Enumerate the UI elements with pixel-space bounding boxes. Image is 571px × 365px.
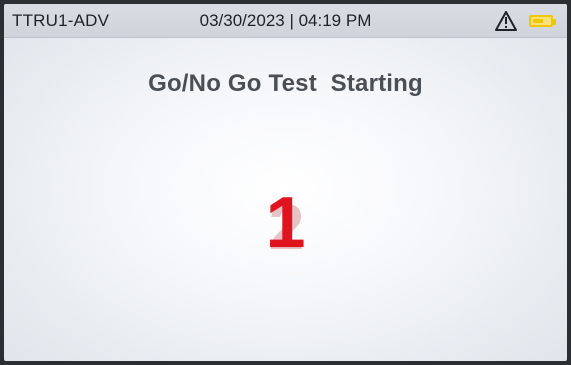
status-bar: TTRU1-ADV 03/30/2023 | 04:19 PM (4, 4, 567, 38)
device-id: TTRU1-ADV (12, 10, 110, 30)
countdown-current-digit: 1 (265, 183, 306, 263)
battery-icon[interactable] (529, 14, 556, 27)
warning-icon[interactable] (493, 10, 519, 32)
date-time: 03/30/2023 | 04:19 PM (199, 11, 372, 30)
page-title: Go/No Go Test Starting (148, 70, 423, 97)
countdown: 2 1 (4, 172, 567, 282)
device-frame: TTRU1-ADV 03/30/2023 | 04:19 PM Go/No Go… (0, 0, 571, 365)
screen: TTRU1-ADV 03/30/2023 | 04:19 PM Go/No Go… (4, 4, 567, 361)
status-icons (493, 10, 556, 32)
battery-fill (533, 18, 543, 23)
